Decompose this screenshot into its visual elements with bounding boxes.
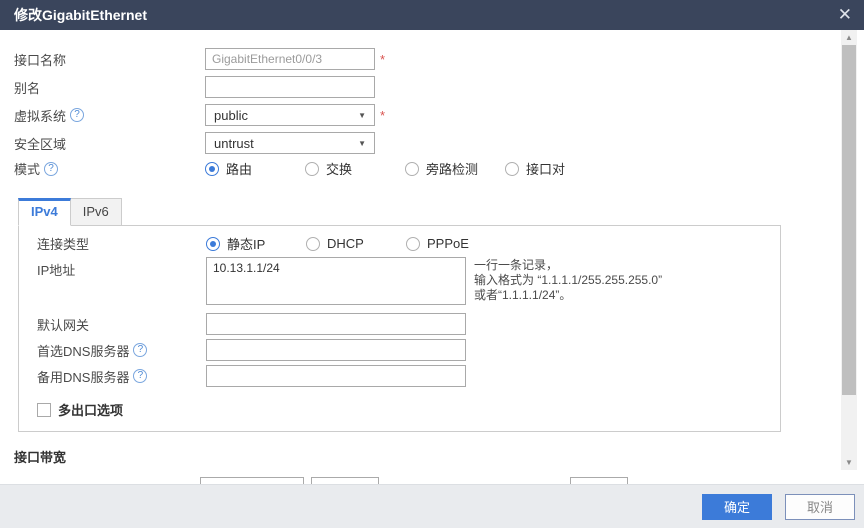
primary-dns-label: 首选DNS服务器 [37, 341, 129, 360]
interface-form: 接口名称 * 别名 虚拟系统 ? public ▼ * 安全区域 untrust… [0, 30, 864, 177]
cancel-button[interactable]: 取消 [785, 494, 855, 520]
alias-input[interactable] [205, 76, 375, 98]
security-zone-label: 安全区域 [14, 134, 205, 153]
row-interface-name: 接口名称 * [14, 48, 864, 70]
virtual-system-select[interactable]: public ▼ [205, 104, 375, 126]
scroll-down-icon[interactable]: ▼ [841, 455, 857, 470]
required-mark: * [380, 108, 385, 123]
secondary-dns-label: 备用DNS服务器 [37, 367, 129, 386]
help-icon[interactable]: ? [70, 108, 84, 122]
tab-ipv6[interactable]: IPv6 [71, 198, 122, 226]
security-zone-select[interactable]: untrust ▼ [205, 132, 375, 154]
secondary-dns-input[interactable] [206, 365, 466, 387]
mode-radio-route[interactable]: 路由 [205, 159, 305, 178]
conn-radio-static-ip[interactable]: 静态IP [206, 234, 306, 253]
virtual-system-label: 虚拟系统 [14, 106, 66, 125]
interface-name-label: 接口名称 [14, 50, 205, 69]
mode-radio-switch[interactable]: 交换 [305, 159, 405, 178]
mode-label: 模式 [14, 159, 40, 178]
row-multi-exit: 多出口选项 [37, 400, 780, 419]
multi-exit-label: 多出口选项 [58, 400, 123, 419]
chevron-down-icon: ▼ [358, 139, 366, 148]
radio-icon [406, 237, 420, 251]
ip-format-hint: 一行一条记录， 输入格式为 “1.1.1.1/255.255.255.0” 或者… [474, 257, 662, 303]
dialog-footer: 确定 取消 [0, 484, 864, 528]
row-primary-dns: 首选DNS服务器 ? [37, 339, 780, 361]
row-secondary-dns: 备用DNS服务器 ? [37, 365, 780, 387]
multi-exit-checkbox[interactable] [37, 403, 51, 417]
alias-label: 别名 [14, 78, 205, 97]
row-default-gateway: 默认网关 [37, 313, 780, 335]
default-gateway-label: 默认网关 [37, 315, 206, 334]
dialog-titlebar: 修改GigabitEthernet ✕ [0, 0, 864, 30]
mode-radio-interface-pair[interactable]: 接口对 [505, 159, 565, 178]
bandwidth-section-title: 接口带宽 [14, 447, 864, 466]
close-icon[interactable]: ✕ [838, 4, 852, 26]
dialog-title: 修改GigabitEthernet [14, 5, 147, 25]
radio-icon [305, 162, 319, 176]
scroll-up-icon[interactable]: ▲ [841, 30, 857, 45]
radio-icon [405, 162, 419, 176]
ok-button[interactable]: 确定 [702, 494, 772, 520]
radio-icon [205, 162, 219, 176]
ip-tabs: IPv4 IPv6 [18, 198, 864, 225]
virtual-system-value: public [214, 108, 248, 123]
chevron-down-icon: ▼ [358, 111, 366, 120]
primary-dns-input[interactable] [206, 339, 466, 361]
default-gateway-input[interactable] [206, 313, 466, 335]
row-alias: 别名 [14, 76, 864, 98]
mode-radio-bypass[interactable]: 旁路检测 [405, 159, 505, 178]
conn-radio-dhcp[interactable]: DHCP [306, 236, 406, 251]
vertical-scrollbar[interactable]: ▲ ▼ [841, 30, 857, 470]
ipv4-panel: 连接类型 静态IP DHCP PPPoE IP地址 10.13.1.1/24 一… [18, 225, 781, 432]
connection-type-label: 连接类型 [37, 234, 206, 253]
row-security-zone: 安全区域 untrust ▼ [14, 132, 864, 154]
scrollbar-thumb[interactable] [842, 45, 856, 395]
interface-name-input[interactable] [205, 48, 375, 70]
help-icon[interactable]: ? [133, 343, 147, 357]
tab-ipv4[interactable]: IPv4 [18, 198, 71, 226]
ip-address-label: IP地址 [37, 257, 206, 279]
radio-icon [206, 237, 220, 251]
row-mode: 模式 ? 路由 交换 旁路检测 接口对 [14, 160, 864, 177]
security-zone-value: untrust [214, 136, 254, 151]
radio-icon [306, 237, 320, 251]
row-virtual-system: 虚拟系统 ? public ▼ * [14, 104, 864, 126]
row-connection-type: 连接类型 静态IP DHCP PPPoE [37, 234, 780, 253]
help-icon[interactable]: ? [44, 162, 58, 176]
ip-address-textarea[interactable]: 10.13.1.1/24 [206, 257, 466, 305]
conn-radio-pppoe[interactable]: PPPoE [406, 236, 469, 251]
radio-icon [505, 162, 519, 176]
row-ip-address: IP地址 10.13.1.1/24 一行一条记录， 输入格式为 “1.1.1.1… [37, 257, 780, 305]
help-icon[interactable]: ? [133, 369, 147, 383]
required-mark: * [380, 52, 385, 67]
